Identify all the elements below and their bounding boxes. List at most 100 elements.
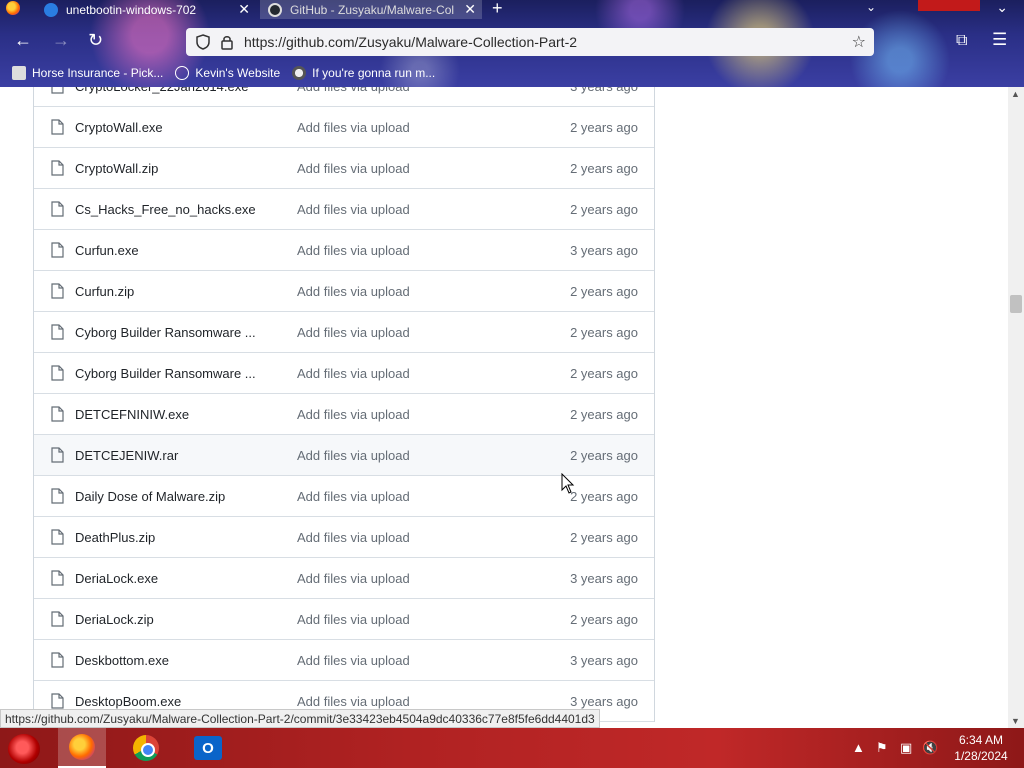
file-row[interactable]: Curfun.exe Add files via upload 3 years ag…	[34, 230, 654, 271]
commit-message-link[interactable]: Add files via upload	[297, 407, 410, 422]
bookmark-label: Horse Insurance - Pick...	[32, 66, 164, 80]
commit-date: 2 years ago	[570, 283, 638, 299]
commit-message-link[interactable]: Add files via upload	[297, 489, 410, 504]
scroll-down-icon[interactable]: ▼	[1011, 716, 1020, 726]
commit-message-link[interactable]: Add files via upload	[297, 612, 410, 627]
file-icon	[51, 406, 64, 422]
bookmark-kevins-website[interactable]: Kevin's Website	[175, 66, 280, 80]
file-name-link[interactable]: DesktopBoom.exe	[75, 694, 181, 709]
file-row[interactable]: DETCEFNINIW.exe Add files via upload 2 yea…	[34, 394, 654, 435]
file-row[interactable]: CryptoWall.exe Add files via upload 2 year…	[34, 107, 654, 148]
extensions-icon[interactable]: ⧉	[956, 32, 967, 50]
star-icon[interactable]: ☆	[852, 32, 866, 52]
file-name-link[interactable]: DeathPlus.zip	[75, 530, 155, 545]
bookmark-horse-insurance[interactable]: Horse Insurance - Pick...	[12, 66, 163, 80]
reload-icon[interactable]: ↻	[88, 30, 103, 51]
commit-message-link[interactable]: Add files via upload	[297, 284, 410, 299]
window-controls	[918, 0, 980, 11]
file-name-link[interactable]: Cyborg Builder Ransomware ...	[75, 366, 256, 381]
file-row[interactable]: DeriaLock.zip Add files via upload 2 years…	[34, 599, 654, 640]
unetbootin-icon	[44, 2, 58, 17]
commit-message-link[interactable]: Add files via upload	[297, 530, 410, 545]
commit-message-link[interactable]: Add files via upload	[297, 87, 410, 94]
scroll-thumb[interactable]	[1010, 295, 1022, 313]
close-tab-icon[interactable]: ✕	[238, 1, 250, 18]
commit-date: 2 years ago	[570, 611, 638, 627]
commit-message-link[interactable]: Add files via upload	[297, 161, 410, 176]
taskbar-firefox[interactable]	[58, 728, 106, 768]
file-row[interactable]: DeriaLock.exe Add files via upload 3 years…	[34, 558, 654, 599]
clock[interactable]: 6:34 AM 1/28/2024	[948, 732, 1014, 764]
file-row[interactable]: Deskbottom.exe Add files via upload 3 year…	[34, 640, 654, 681]
file-name-link[interactable]: Daily Dose of Malware.zip	[75, 489, 225, 504]
commit-message-link[interactable]: Add files via upload	[297, 448, 410, 463]
file-name-link[interactable]: Curfun.zip	[75, 284, 134, 299]
commit-message-link[interactable]: Add files via upload	[297, 120, 410, 135]
file-row[interactable]: CryptoWall.zip Add files via upload 2 year…	[34, 148, 654, 189]
file-icon	[51, 87, 64, 94]
file-row[interactable]: Curfun.zip Add files via upload 2 years ag…	[34, 271, 654, 312]
file-row[interactable]: DETCEJENIW.rar Add files via upload 2 year…	[34, 435, 654, 476]
file-name-link[interactable]: Cyborg Builder Ransomware ...	[75, 325, 256, 340]
forward-icon[interactable]: →	[52, 30, 70, 51]
chevron-up-icon[interactable]: ▲	[852, 740, 865, 755]
commit-message-link[interactable]: Add files via upload	[297, 653, 410, 668]
commit-message-link[interactable]: Add files via upload	[297, 694, 410, 709]
taskbar: O ▲ ⚑ ▣ 🔇 6:34 AM 1/28/2024	[0, 728, 1024, 768]
close-tab-icon[interactable]: ✕	[464, 1, 476, 18]
new-tab-icon[interactable]: +	[492, 0, 503, 19]
flag-icon[interactable]: ⚑	[876, 740, 888, 756]
file-row[interactable]: CryptoLocker_22Jan2014.exe Add files via …	[34, 87, 654, 107]
skull-icon	[292, 66, 307, 80]
tab-unetbootin[interactable]: unetbootin-windows-702 ✕	[36, 0, 256, 19]
scrollbar[interactable]: ▲ ▼	[1008, 87, 1024, 728]
tab-github[interactable]: GitHub - Zusyaku/Malware-Col ✕	[260, 0, 482, 19]
file-row[interactable]: Cyborg Builder Ransomware ... Add files v…	[34, 353, 654, 394]
file-icon	[51, 119, 64, 135]
volume-muted-icon[interactable]: 🔇	[922, 740, 938, 756]
url-bar[interactable]: https://github.com/Zusyaku/Malware-Colle…	[186, 28, 874, 56]
file-name-link[interactable]: DeriaLock.exe	[75, 571, 158, 586]
lock-icon[interactable]	[220, 34, 234, 50]
file-icon	[51, 447, 64, 463]
commit-message-link[interactable]: Add files via upload	[297, 325, 410, 340]
clock-date: 1/28/2024	[954, 749, 1008, 763]
commit-date: 2 years ago	[570, 488, 638, 504]
scroll-up-icon[interactable]: ▲	[1011, 89, 1020, 99]
taskbar-outlook[interactable]: O	[184, 728, 232, 768]
file-name-link[interactable]: DETCEJENIW.rar	[75, 448, 178, 463]
commit-date: 2 years ago	[570, 447, 638, 463]
taskbar-chrome[interactable]	[122, 728, 170, 768]
network-icon[interactable]: ▣	[900, 740, 912, 756]
url-text[interactable]: https://github.com/Zusyaku/Malware-Colle…	[244, 34, 577, 50]
commit-message-link[interactable]: Add files via upload	[297, 571, 410, 586]
back-icon[interactable]: ←	[14, 30, 32, 51]
mouse-cursor-icon	[561, 473, 575, 494]
close-icon[interactable]: ⌄	[996, 0, 1008, 16]
file-icon	[51, 283, 64, 299]
file-icon	[51, 652, 64, 668]
commit-message-link[interactable]: Add files via upload	[297, 243, 410, 258]
file-name-link[interactable]: Curfun.exe	[75, 243, 139, 258]
file-icon	[51, 693, 64, 709]
commit-message-link[interactable]: Add files via upload	[297, 202, 410, 217]
github-icon	[268, 2, 282, 17]
file-name-link[interactable]: CryptoWall.exe	[75, 120, 163, 135]
bookmark-if-youre-gonna[interactable]: If you're gonna run m...	[292, 66, 435, 80]
menu-icon[interactable]: ☰	[992, 30, 1007, 50]
file-name-link[interactable]: CryptoWall.zip	[75, 161, 158, 176]
bookmark-label: If you're gonna run m...	[312, 66, 436, 80]
chevron-down-icon[interactable]: ⌄	[866, 0, 876, 14]
shield-icon[interactable]	[196, 34, 210, 50]
page-content: CryptoLocker_22Jan2014.exe Add files via …	[0, 87, 1008, 728]
file-row[interactable]: DeathPlus.zip Add files via upload 2 years…	[34, 517, 654, 558]
commit-message-link[interactable]: Add files via upload	[297, 366, 410, 381]
file-name-link[interactable]: Cs_Hacks_Free_no_hacks.exe	[75, 202, 256, 217]
file-name-link[interactable]: Deskbottom.exe	[75, 653, 169, 668]
start-button[interactable]	[8, 734, 40, 764]
file-row[interactable]: Cyborg Builder Ransomware ... Add files v…	[34, 312, 654, 353]
file-name-link[interactable]: DeriaLock.zip	[75, 612, 154, 627]
file-name-link[interactable]: CryptoLocker_22Jan2014.exe	[75, 87, 248, 94]
file-row[interactable]: Cs_Hacks_Free_no_hacks.exe Add files via …	[34, 189, 654, 230]
file-name-link[interactable]: DETCEFNINIW.exe	[75, 407, 189, 422]
